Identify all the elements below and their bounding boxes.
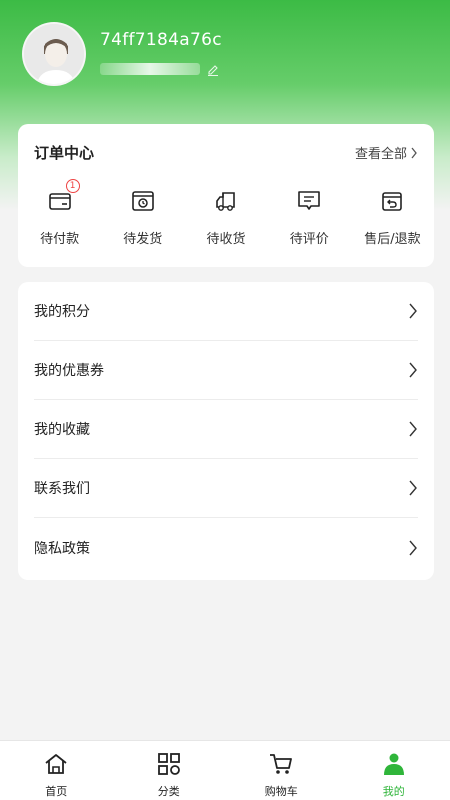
menu-item-contact[interactable]: 联系我们 — [34, 459, 418, 518]
user-id: 74ff7184a76c — [100, 30, 222, 50]
chevron-right-icon — [409, 362, 417, 378]
tab-label: 首页 — [45, 785, 68, 798]
tab-home[interactable]: 首页 — [0, 741, 113, 800]
blurred-nickname — [100, 63, 200, 75]
order-item-label: 待评价 — [289, 232, 329, 247]
menu-item-favorites[interactable]: 我的收藏 — [34, 400, 418, 459]
truck-icon — [216, 192, 235, 211]
category-icon — [157, 753, 180, 775]
order-pending-payment[interactable]: 1 待付款 — [18, 179, 101, 247]
pending-payment-badge: 1 — [65, 179, 80, 193]
order-center-title: 订单中心 — [34, 144, 95, 162]
chevron-right-icon — [409, 540, 417, 555]
profile-section: 74ff7184a76c — [22, 22, 222, 86]
edit-icon[interactable] — [206, 62, 220, 76]
chevron-right-icon — [409, 303, 417, 319]
order-pending-review[interactable]: 待评价 — [268, 188, 351, 247]
menu-item-label: 隐私政策 — [34, 540, 90, 557]
bottom-tab-bar: 首页 分类 购物车 我的 — [0, 740, 450, 800]
tab-label: 分类 — [157, 785, 180, 798]
menu-item-label: 我的优惠券 — [34, 363, 104, 379]
view-all-label: 查看全部 — [354, 147, 407, 162]
order-item-label: 待付款 — [40, 232, 80, 247]
menu-item-privacy[interactable]: 隐私政策 — [34, 518, 418, 577]
order-item-label: 售后/退款 — [364, 232, 421, 247]
chevron-right-icon — [409, 421, 417, 437]
order-pending-shipment[interactable]: 待发货 — [101, 188, 184, 247]
order-pending-receipt[interactable]: 待收货 — [184, 188, 267, 247]
tab-label: 我的 — [382, 785, 405, 798]
tab-category[interactable]: 分类 — [113, 741, 226, 800]
order-center-card: 订单中心 查看全部 1 待付款 待发货 待收货 待评价 售后/退款 — [18, 124, 434, 267]
menu-item-label: 我的积分 — [34, 304, 90, 320]
tab-label: 购物车 — [264, 785, 298, 798]
view-all-orders-link[interactable]: 查看全部 — [355, 143, 418, 162]
menu-item-label: 联系我们 — [34, 481, 90, 497]
cart-icon — [270, 754, 293, 774]
package-icon — [131, 191, 154, 211]
menu-card: 我的积分 我的优惠券 我的收藏 联系我们 隐私政策 — [18, 282, 434, 580]
tab-profile[interactable]: 我的 — [338, 741, 450, 800]
order-after-sales[interactable]: 售后/退款 — [351, 188, 434, 247]
chevron-right-icon — [409, 480, 417, 496]
chevron-right-icon — [411, 147, 417, 158]
order-item-label: 待发货 — [123, 232, 163, 247]
menu-item-label: 我的收藏 — [34, 422, 90, 438]
menu-item-points[interactable]: 我的积分 — [34, 282, 418, 341]
order-item-label: 待收货 — [206, 232, 246, 247]
comment-icon — [298, 191, 321, 210]
menu-item-coupons[interactable]: 我的优惠券 — [34, 341, 418, 400]
avatar[interactable] — [22, 22, 86, 86]
home-icon — [45, 754, 67, 774]
return-icon — [382, 192, 403, 211]
tab-cart[interactable]: 购物车 — [225, 741, 338, 800]
profile-icon — [383, 753, 404, 775]
